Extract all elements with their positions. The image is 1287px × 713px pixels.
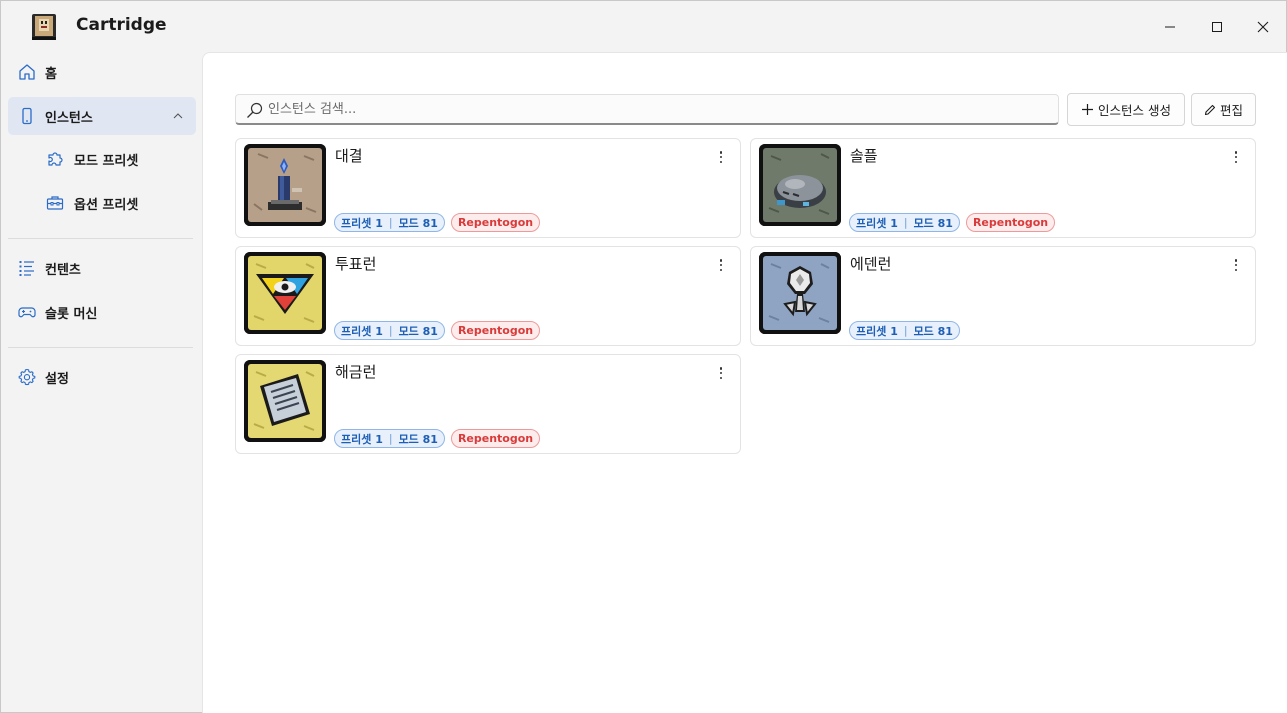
edit-label: 편집 [1219, 103, 1243, 118]
list-icon [19, 261, 34, 276]
preset-count: 프리셋 1 [341, 324, 383, 338]
sidebar-item-label: 홈 [45, 66, 57, 82]
more-options-icon[interactable] [1231, 149, 1241, 165]
puzzle-icon [48, 152, 63, 166]
app-title: Cartridge [76, 15, 167, 35]
maximize-icon [1212, 22, 1222, 32]
chevron-up-icon[interactable] [172, 111, 184, 121]
instance-thumbnail [244, 252, 326, 334]
sidebar-divider [8, 347, 193, 348]
instance-name: 투표런 [335, 255, 377, 273]
instance-card[interactable]: 투표런 프리셋 1 | 모드 81 Repentogon [235, 246, 741, 346]
pencil-icon [1204, 104, 1216, 115]
search-input[interactable] [268, 95, 1048, 124]
more-options-icon[interactable] [716, 365, 726, 381]
preset-mod-badge: 프리셋 1 | 모드 81 [849, 213, 960, 232]
sidebar-item-label: 슬롯 머신 [45, 306, 98, 322]
instance-card[interactable]: 에덴런 프리셋 1 | 모드 81 [750, 246, 1256, 346]
sidebar-item-contents[interactable]: 컨텐츠 [8, 249, 196, 287]
instance-thumbnail [759, 144, 841, 226]
preset-mod-badge: 프리셋 1 | 모드 81 [334, 429, 445, 448]
repentogon-badge: Repentogon [450, 429, 541, 448]
gear-icon [18, 368, 36, 386]
sidebar: 홈 인스턴스 모드 프리셋 옵션 프리셋 컨텐츠 슬롯 머신 설정 [1, 51, 202, 713]
sidebar-item-label: 컨텐츠 [45, 262, 81, 278]
repentogon-badge: Repentogon [965, 213, 1056, 232]
search-icon [247, 102, 263, 118]
instance-card[interactable]: 해금런 프리셋 1 | 모드 81 Repentogon [235, 354, 741, 454]
instance-badges: 프리셋 1 | 모드 81 Repentogon [334, 321, 541, 340]
mod-count: 모드 81 [913, 324, 953, 338]
preset-count: 프리셋 1 [341, 432, 383, 446]
plus-icon [1082, 104, 1093, 115]
instance-badges: 프리셋 1 | 모드 81 [849, 321, 960, 340]
maximize-button[interactable] [1197, 9, 1237, 45]
gamepad-icon [18, 307, 36, 318]
instance-name: 대결 [335, 147, 363, 165]
toolbox-icon [46, 196, 64, 210]
sidebar-item-home[interactable]: 홈 [8, 53, 196, 91]
preset-mod-badge: 프리셋 1 | 모드 81 [334, 213, 445, 232]
instance-badges: 프리셋 1 | 모드 81 Repentogon [849, 213, 1056, 232]
instance-name: 해금런 [335, 363, 377, 381]
mod-count: 모드 81 [398, 432, 438, 446]
create-instance-label: 인스턴스 생성 [1098, 103, 1171, 118]
sidebar-item-instances[interactable]: 인스턴스 [8, 97, 196, 135]
instance-name: 에덴런 [850, 255, 892, 273]
more-options-icon[interactable] [1231, 257, 1241, 273]
instance-card[interactable]: 솔플 프리셋 1 | 모드 81 Repentogon [750, 138, 1256, 238]
title-bar[interactable]: Cartridge [1, 1, 1286, 51]
search-box[interactable] [235, 94, 1059, 125]
mod-count: 모드 81 [398, 216, 438, 230]
close-icon [1257, 21, 1269, 33]
sidebar-item-label: 옵션 프리셋 [74, 197, 139, 213]
minimize-icon [1165, 26, 1175, 28]
repentogon-badge: Repentogon [450, 321, 541, 340]
mod-count: 모드 81 [398, 324, 438, 338]
more-options-icon[interactable] [716, 149, 726, 165]
instance-name: 솔플 [850, 147, 878, 165]
close-button[interactable] [1243, 9, 1283, 45]
preset-count: 프리셋 1 [856, 324, 898, 338]
edit-button[interactable]: 편집 [1191, 93, 1256, 126]
sidebar-item-mod-presets[interactable]: 모드 프리셋 [8, 140, 196, 178]
home-icon [19, 64, 35, 80]
sidebar-item-label: 인스턴스 [45, 110, 93, 126]
app-logo-icon [29, 12, 59, 42]
sidebar-item-label: 모드 프리셋 [74, 153, 139, 169]
sidebar-item-settings[interactable]: 설정 [8, 358, 196, 396]
more-options-icon[interactable] [716, 257, 726, 273]
preset-count: 프리셋 1 [856, 216, 898, 230]
instance-badges: 프리셋 1 | 모드 81 Repentogon [334, 429, 541, 448]
main-content: 인스턴스 생성 편집 [202, 52, 1287, 713]
preset-count: 프리셋 1 [341, 216, 383, 230]
instance-badges: 프리셋 1 | 모드 81 Repentogon [334, 213, 541, 232]
app-window: Cartridge 홈 인스턴스 모드 프리셋 옵션 프리셋 컨텐츠 슬롯 머신… [0, 0, 1287, 713]
preset-mod-badge: 프리셋 1 | 모드 81 [334, 321, 445, 340]
sidebar-item-slot-machine[interactable]: 슬롯 머신 [8, 293, 196, 331]
phone-icon [22, 107, 32, 125]
sidebar-item-label: 설정 [45, 371, 69, 387]
sidebar-divider [8, 238, 193, 239]
instance-thumbnail [244, 144, 326, 226]
instance-thumbnail [759, 252, 841, 334]
repentogon-badge: Repentogon [450, 213, 541, 232]
instance-thumbnail [244, 360, 326, 442]
sidebar-item-option-presets[interactable]: 옵션 프리셋 [8, 184, 196, 222]
mod-count: 모드 81 [913, 216, 953, 230]
instance-card[interactable]: 대결 프리셋 1 | 모드 81 Repentogon [235, 138, 741, 238]
create-instance-button[interactable]: 인스턴스 생성 [1067, 93, 1185, 126]
minimize-button[interactable] [1150, 9, 1190, 45]
preset-mod-badge: 프리셋 1 | 모드 81 [849, 321, 960, 340]
